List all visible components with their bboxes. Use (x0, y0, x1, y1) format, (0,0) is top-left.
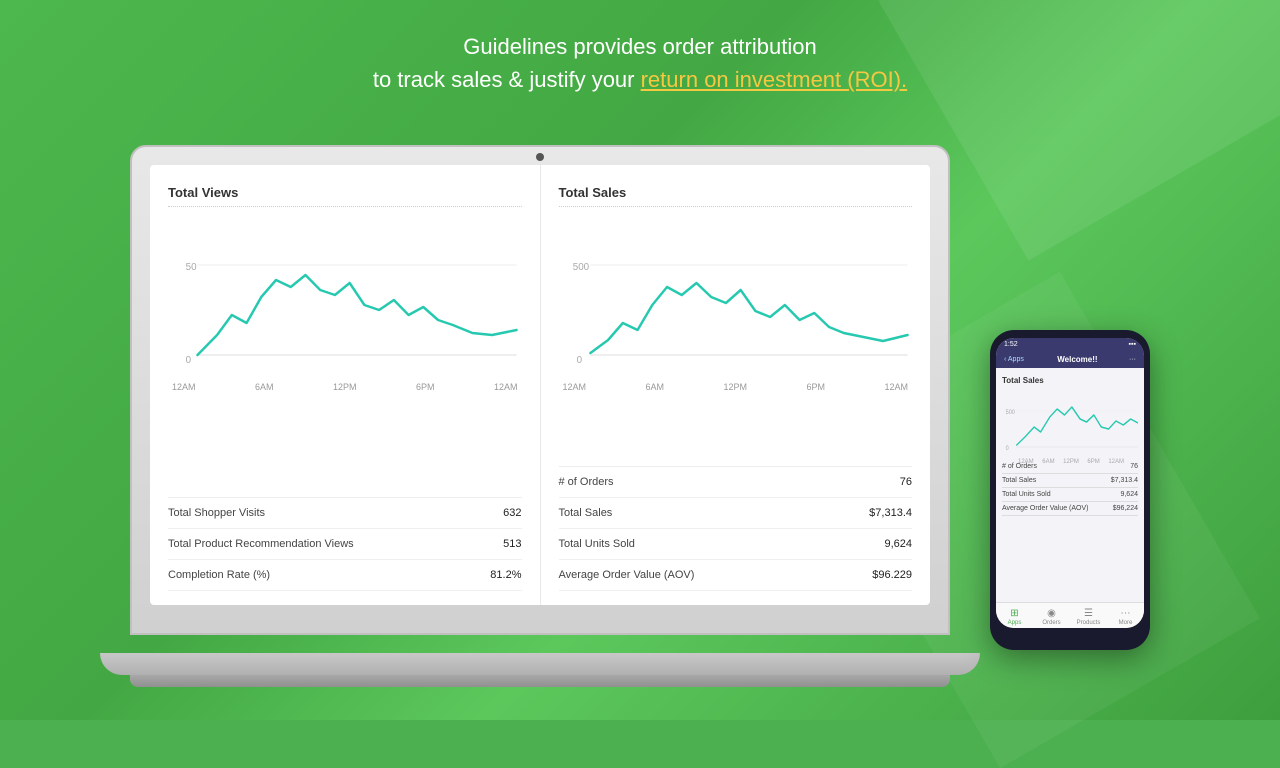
phone-nav-products[interactable]: ☰ Products (1070, 607, 1107, 626)
phone-nav-orders[interactable]: ◉ Orders (1033, 607, 1070, 626)
phone-nav-orders-label: Orders (1033, 620, 1070, 626)
phone-stat-label-1: Total Sales (1002, 477, 1036, 484)
right-label-2: 12PM (723, 382, 747, 392)
phone-nav-apps[interactable]: ⊞ Apps (996, 607, 1033, 626)
right-label-0: 12AM (563, 382, 587, 392)
phone-stats-list: # of Orders 76 Total Sales $7,313.4 Tota… (1002, 460, 1138, 516)
laptop-camera (536, 153, 544, 161)
phone-stat-value-0: 76 (1130, 463, 1138, 470)
left-label-1: 6AM (255, 382, 274, 392)
laptop-base (100, 653, 980, 675)
laptop-device: Total Views 50 0 12AM 6AM (130, 145, 970, 675)
right-stat-row-3: Average Order Value (AOV) $96.229 (559, 560, 913, 591)
stat-row-2: Completion Rate (%) 81.2% (168, 560, 522, 591)
left-y-label: 50 (186, 262, 197, 273)
left-label-4: 12AM (494, 382, 518, 392)
phone-screen: 1:52 ▪▪▪ ‹ Apps Welcome!! ··· Total Sale… (996, 338, 1144, 628)
stat-value-2: 81.2% (490, 569, 521, 581)
right-stat-label-1: Total Sales (559, 507, 613, 519)
phone-stat-row-1: Total Sales $7,313.4 (1002, 474, 1138, 488)
phone-stat-label-3: Average Order Value (AOV) (1002, 505, 1089, 512)
left-panel-title: Total Views (168, 185, 522, 207)
stat-label-0: Total Shopper Visits (168, 507, 265, 519)
left-stats-list: Total Shopper Visits 632 Total Product R… (168, 497, 522, 591)
phone-section-title: Total Sales (1002, 376, 1138, 385)
right-y-label: 500 (572, 262, 589, 273)
phone-nav-more-label: More (1107, 620, 1144, 626)
phone-chart-svg: 500 0 (1002, 389, 1138, 454)
laptop-foot (130, 675, 950, 687)
stat-label-2: Completion Rate (%) (168, 569, 270, 581)
stat-value-0: 632 (503, 507, 521, 519)
phone-body: 1:52 ▪▪▪ ‹ Apps Welcome!! ··· Total Sale… (990, 330, 1150, 650)
left-label-0: 12AM (172, 382, 196, 392)
phone-nav-title: Welcome!! (1030, 355, 1125, 364)
phone-nav-apps-label: Apps (996, 620, 1033, 626)
products-icon: ☰ (1082, 607, 1096, 619)
header-section: Guidelines provides order attribution to… (0, 30, 1280, 96)
svg-text:500: 500 (1006, 410, 1015, 416)
phone-stat-value-1: $7,313.4 (1111, 477, 1138, 484)
phone-time: 1:52 (1004, 341, 1018, 348)
phone-back-button[interactable]: ‹ Apps (1004, 356, 1024, 363)
right-stat-label-2: Total Units Sold (559, 538, 635, 550)
right-stat-value-0: 76 (900, 476, 912, 488)
left-chart-labels: 12AM 6AM 12PM 6PM 12AM (168, 382, 522, 392)
right-chart-svg: 500 0 (559, 215, 913, 375)
phone-nav-products-label: Products (1070, 620, 1107, 626)
phone-stat-row-3: Average Order Value (AOV) $96,224 (1002, 502, 1138, 516)
phone-stat-value-2: 9,624 (1120, 491, 1138, 498)
stat-row-1: Total Product Recommendation Views 513 (168, 529, 522, 560)
left-label-3: 6PM (416, 382, 435, 392)
phone-content: Total Sales 500 0 12AM6AM12PM6PM12AM (996, 368, 1144, 602)
stat-value-1: 513 (503, 538, 521, 550)
right-chart-area: 500 0 12AM 6AM 12PM 6PM 12AM (559, 215, 913, 456)
right-stat-value-2: 9,624 (884, 538, 912, 550)
right-label-3: 6PM (806, 382, 825, 392)
right-stats-list: # of Orders 76 Total Sales $7,313.4 Tota… (559, 466, 913, 591)
right-stat-row-0: # of Orders 76 (559, 467, 913, 498)
phone-device: 1:52 ▪▪▪ ‹ Apps Welcome!! ··· Total Sale… (990, 330, 1150, 650)
header-line2-prefix: to track sales & justify your (373, 67, 641, 92)
right-stat-row-2: Total Units Sold 9,624 (559, 529, 913, 560)
svg-text:0: 0 (1006, 446, 1009, 452)
stat-row-0: Total Shopper Visits 632 (168, 498, 522, 529)
right-label-4: 12AM (884, 382, 908, 392)
orders-icon: ◉ (1045, 607, 1059, 619)
right-chart-labels: 12AM 6AM 12PM 6PM 12AM (559, 382, 913, 392)
right-panel-title: Total Sales (559, 185, 913, 207)
phone-stat-row-2: Total Units Sold 9,624 (1002, 488, 1138, 502)
left-label-2: 12PM (333, 382, 357, 392)
phone-nav-more[interactable]: ⋯ More (1107, 607, 1144, 626)
phone-chart-area: 500 0 12AM6AM12PM6PM12AM (1002, 389, 1138, 454)
right-stat-row-1: Total Sales $7,313.4 (559, 498, 913, 529)
header-line2-highlight: return on investment (ROI). (641, 67, 908, 92)
phone-nav-bar: ‹ Apps Welcome!! ··· (996, 351, 1144, 368)
left-panel: Total Views 50 0 12AM 6AM (150, 165, 541, 605)
right-stat-value-3: $96.229 (872, 569, 912, 581)
right-stat-label-3: Average Order Value (AOV) (559, 569, 695, 581)
phone-bottom-nav: ⊞ Apps ◉ Orders ☰ Products ⋯ More (996, 602, 1144, 628)
apps-icon: ⊞ (1008, 607, 1022, 619)
laptop-body: Total Views 50 0 12AM 6AM (130, 145, 950, 635)
left-chart-area: 50 0 12AM 6AM 12PM 6PM 12AM (168, 215, 522, 487)
phone-stat-label-2: Total Units Sold (1002, 491, 1051, 498)
phone-stat-label-0: # of Orders (1002, 463, 1037, 470)
stat-label-1: Total Product Recommendation Views (168, 538, 354, 550)
left-chart-svg: 50 0 (168, 215, 522, 375)
right-label-1: 6AM (645, 382, 664, 392)
left-y-zero: 0 (186, 355, 192, 366)
phone-stat-value-3: $96,224 (1113, 505, 1138, 512)
laptop-screen: Total Views 50 0 12AM 6AM (150, 165, 930, 605)
right-y-zero: 0 (576, 355, 582, 366)
right-stat-value-1: $7,313.4 (869, 507, 912, 519)
right-panel: Total Sales 500 0 12AM 6AM (541, 165, 931, 605)
phone-status-bar: 1:52 ▪▪▪ (996, 338, 1144, 351)
phone-menu-dots[interactable]: ··· (1129, 356, 1136, 363)
header-line2: to track sales & justify your return on … (0, 63, 1280, 96)
right-stat-label-0: # of Orders (559, 476, 614, 488)
more-icon: ⋯ (1119, 607, 1133, 619)
header-line1: Guidelines provides order attribution (0, 30, 1280, 63)
phone-icons: ▪▪▪ (1129, 341, 1136, 348)
